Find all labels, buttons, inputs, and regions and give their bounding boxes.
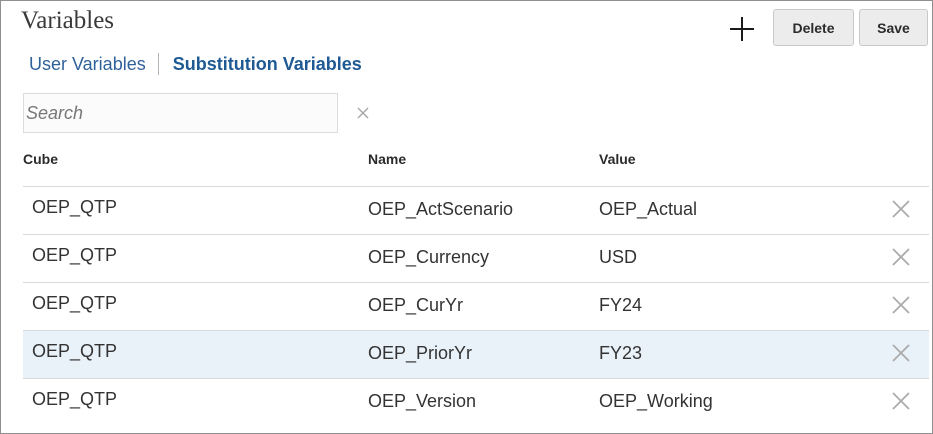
cell-value[interactable]: FY23 — [599, 343, 642, 364]
cell-name: OEP_ActScenario — [368, 199, 514, 219]
tab-user-variables[interactable]: User Variables — [29, 54, 146, 75]
column-header-cube[interactable]: Cube — [23, 151, 58, 167]
close-icon — [892, 344, 910, 362]
row-delete-button[interactable] — [889, 293, 913, 317]
cell-cube: OEP_QTP — [32, 245, 118, 265]
close-icon — [892, 248, 910, 266]
row-delete-button[interactable] — [889, 245, 913, 269]
delete-button[interactable]: Delete — [773, 9, 854, 46]
plus-icon — [730, 17, 754, 41]
cell-cube: OEP_QTP — [32, 293, 118, 313]
variable-tabs: User Variables Substitution Variables — [29, 51, 362, 77]
column-header-value[interactable]: Value — [599, 151, 636, 167]
column-header-name[interactable]: Name — [368, 151, 406, 167]
row-delete-button[interactable] — [889, 389, 913, 413]
variables-panel: Variables Delete Save User Variables Sub… — [0, 0, 933, 434]
save-button[interactable]: Save — [859, 9, 928, 46]
cell-cube: OEP_QTP — [32, 341, 118, 361]
cell-value[interactable]: USD — [599, 247, 637, 268]
cell-name: OEP_Currency — [368, 247, 490, 267]
cell-name: OEP_Version — [368, 391, 477, 411]
page-title: Variables — [21, 7, 115, 34]
table-row[interactable]: OEP_QTP OEP_Version OEP_Working — [23, 378, 929, 426]
row-delete-button[interactable] — [889, 197, 913, 221]
cell-value[interactable]: OEP_Actual — [599, 199, 697, 220]
close-icon — [892, 200, 910, 218]
table-row[interactable]: OEP_QTP OEP_ActScenario OEP_Actual — [23, 186, 929, 234]
cell-name: OEP_CurYr — [368, 295, 464, 315]
table-row[interactable]: OEP_QTP OEP_CurYr FY24 — [23, 282, 929, 330]
search-clear-button[interactable] — [353, 103, 373, 123]
cell-cube: OEP_QTP — [32, 197, 118, 217]
close-icon — [892, 296, 910, 314]
cell-value[interactable]: FY24 — [599, 295, 642, 316]
cell-cube: OEP_QTP — [32, 389, 118, 409]
tab-substitution-variables[interactable]: Substitution Variables — [173, 54, 362, 75]
table-row-selected[interactable]: OEP_QTP OEP_PriorYr FY23 — [23, 330, 929, 378]
close-icon — [892, 392, 910, 410]
add-variable-button[interactable] — [723, 11, 761, 47]
search-input[interactable] — [23, 93, 338, 133]
tab-divider — [157, 53, 159, 75]
table-row[interactable]: OEP_QTP OEP_Currency USD — [23, 234, 929, 282]
cell-value[interactable]: OEP_Working — [599, 391, 713, 412]
variables-table: OEP_QTP OEP_ActScenario OEP_Actual OEP_Q… — [23, 186, 929, 426]
row-delete-button[interactable] — [889, 341, 913, 365]
close-icon — [357, 107, 369, 119]
cell-name: OEP_PriorYr — [368, 343, 473, 363]
